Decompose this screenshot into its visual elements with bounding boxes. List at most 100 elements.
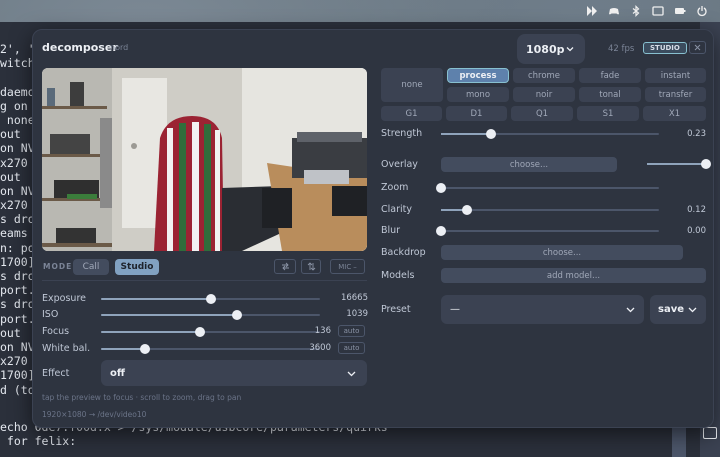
effect-label: Effect [42, 368, 70, 379]
strength-value: 0.23 [687, 129, 706, 139]
preset-label: Preset [381, 304, 411, 315]
backdrop-label: Backdrop [381, 247, 426, 258]
swap-arrows-icon [281, 262, 289, 271]
focus-knob[interactable] [194, 327, 205, 337]
resolution-value: 1080p [526, 42, 565, 56]
iso-slider[interactable] [101, 310, 320, 320]
strength-knob[interactable] [486, 129, 497, 139]
mode-badge: STUDIO [643, 42, 687, 54]
camera-preview[interactable] [42, 68, 367, 251]
screen-icon[interactable] [652, 5, 664, 17]
white-balance-control: White bal. 3600 auto [33, 342, 373, 356]
flip-vertical-icon [307, 262, 315, 271]
resolution-dropdown[interactable]: 1080p [517, 34, 585, 64]
filter-d1[interactable]: D1 [446, 106, 507, 121]
filter-s1[interactable]: S1 [577, 106, 639, 121]
focus-label: Focus [42, 326, 70, 337]
iso-fill [101, 314, 237, 316]
chevron-down-icon [626, 307, 635, 313]
filter-g1[interactable]: G1 [381, 106, 442, 121]
white-balance-auto-button[interactable]: auto [338, 342, 365, 354]
effect-value: off [110, 367, 125, 379]
preview-hint: tap the preview to focus · scroll to zoo… [42, 393, 242, 402]
blur-knob[interactable] [436, 226, 446, 236]
preset-dropdown[interactable]: — [441, 295, 644, 324]
close-icon [694, 44, 701, 51]
preset-value: — [450, 304, 460, 315]
overlay-choose-button[interactable]: choose... [441, 157, 617, 172]
filter-none[interactable]: none [381, 68, 443, 102]
clarity-value: 0.12 [687, 205, 706, 215]
strength-label: Strength [381, 128, 423, 139]
focus-control: Focus 136 auto [33, 325, 373, 339]
fps-readout: 42 fps [608, 44, 635, 54]
mode-label: MODE [43, 262, 73, 271]
monitor-icon[interactable] [703, 427, 717, 439]
exposure-slider[interactable] [101, 294, 320, 304]
filter-tonal[interactable]: tonal [579, 87, 641, 102]
terminal-line: for felix: [0, 434, 77, 448]
iso-knob[interactable] [231, 310, 242, 320]
backdrop-choose-button[interactable]: choose... [441, 245, 683, 260]
iso-value: 1039 [346, 309, 368, 319]
blur-value: 0.00 [687, 226, 706, 236]
models-label: Models [381, 270, 415, 281]
add-model-button[interactable]: add model... [441, 268, 706, 283]
clarity-label: Clarity [381, 204, 412, 215]
exposure-value: 16665 [340, 293, 368, 303]
chevron-down-icon [566, 47, 574, 52]
zoom-label: Zoom [381, 182, 409, 193]
white-balance-value: 3600 [309, 343, 331, 353]
zoom-knob[interactable] [436, 183, 446, 193]
divider [42, 280, 367, 281]
blur-slider[interactable] [436, 226, 659, 236]
zoom-slider[interactable] [436, 183, 659, 193]
focus-fill [101, 331, 200, 333]
overlay-fill [647, 163, 706, 165]
overlay-opacity-slider[interactable] [647, 159, 711, 169]
white-balance-knob[interactable] [139, 344, 150, 354]
mic-toggle-button[interactable]: MIC – [330, 259, 365, 274]
bluetooth-icon[interactable] [630, 5, 642, 17]
clarity-knob[interactable] [462, 205, 473, 215]
strength-slider[interactable] [441, 129, 659, 139]
focus-auto-button[interactable]: auto [338, 325, 365, 337]
effect-dropdown[interactable]: off [101, 360, 367, 386]
exposure-knob[interactable] [205, 294, 216, 304]
decomposer-window: decomposer nord 1080p 42 fps STUDIO MODE… [32, 29, 714, 428]
filter-q1[interactable]: Q1 [511, 106, 573, 121]
exposure-label: Exposure [42, 293, 86, 304]
save-label: save [658, 304, 685, 315]
exposure-control: Exposure 16665 [33, 292, 373, 306]
iso-control: ISO 1039 [33, 308, 373, 322]
overlay-knob[interactable] [701, 159, 711, 169]
white-balance-label: White bal. [42, 343, 91, 354]
filter-chrome[interactable]: chrome [513, 68, 575, 83]
flip-button[interactable] [301, 259, 321, 274]
battery-icon[interactable] [674, 5, 686, 17]
filter-instant[interactable]: instant [645, 68, 706, 83]
theme-name: nord [110, 43, 129, 52]
system-tray [570, 0, 720, 22]
clarity-slider[interactable] [441, 205, 659, 215]
strength-fill [441, 133, 492, 135]
chevron-down-icon [347, 371, 356, 377]
media-skip-icon[interactable] [586, 5, 598, 17]
save-preset-dropdown[interactable]: save [650, 295, 706, 324]
filter-x1[interactable]: X1 [643, 106, 706, 121]
close-button[interactable] [689, 41, 706, 54]
mode-studio-button[interactable]: Studio [115, 259, 159, 275]
chevron-down-icon [688, 307, 697, 313]
filter-process[interactable]: process [447, 68, 509, 83]
filter-fade[interactable]: fade [579, 68, 641, 83]
filter-noir[interactable]: noir [513, 87, 575, 102]
white-balance-fill [101, 348, 145, 350]
mic-dash-icon: – [353, 262, 357, 271]
filter-mono[interactable]: mono [447, 87, 509, 102]
mode-call-button[interactable]: Call [73, 259, 109, 275]
app-title: decomposer [42, 41, 118, 54]
power-icon[interactable] [696, 5, 708, 17]
game-controller-icon[interactable] [608, 5, 620, 17]
filter-transfer[interactable]: transfer [645, 87, 706, 102]
swap-button[interactable] [274, 259, 296, 274]
